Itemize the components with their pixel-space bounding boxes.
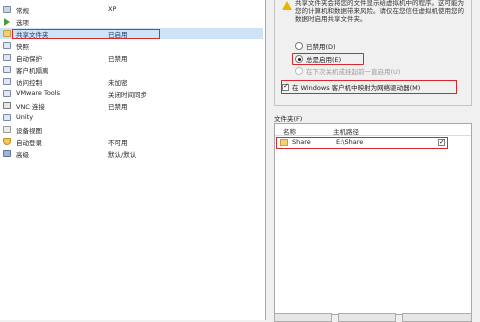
hardware-item-options[interactable]: 选项 <box>0 16 263 27</box>
shared-folders-settings: 共享文件夹会将您的文件显示给虚拟机中的程序。这可能为您的计算机和数据带来风险。请… <box>266 0 480 322</box>
hardware-item-unity[interactable]: Unity <box>0 112 263 123</box>
radio-label: 在下次关机或挂起前一直启用(U) <box>306 68 401 76</box>
radio-highlight-box <box>292 53 364 65</box>
hardware-item-label: Unity <box>16 113 34 121</box>
isolation-icon <box>3 66 11 73</box>
hardware-item-vmware-tools[interactable]: VMware Tools 关闭时间同步 <box>0 88 263 99</box>
folders-section-label: 文件夹(F) <box>274 115 303 123</box>
map-drive-highlight-box <box>281 80 457 94</box>
folder-sharing-group: 共享文件夹会将您的文件显示给虚拟机中的程序。这可能为您的计算机和数据带来风险。请… <box>274 0 472 106</box>
radio-button <box>295 67 303 75</box>
header-divider <box>275 135 471 136</box>
hardware-item-summary: 已禁用 <box>108 103 128 111</box>
monitor-icon <box>3 102 11 109</box>
hardware-item-label: VNC 连接 <box>16 103 45 111</box>
add-button[interactable] <box>274 313 332 322</box>
hardware-item-label: 常规 <box>16 7 29 15</box>
selection-highlight-box <box>12 29 160 39</box>
notebook-icon <box>3 150 11 157</box>
remove-button[interactable] <box>338 313 396 322</box>
hardware-item-guest-isolation[interactable]: 客户机隔离 <box>0 64 263 75</box>
hardware-item-summary: 已禁用 <box>108 55 128 63</box>
shared-folders-table: 名称 主机路径 Share E:\Share <box>274 123 472 315</box>
hardware-item-summary: XP <box>108 5 117 13</box>
folder-icon <box>3 30 11 37</box>
hardware-item-label: VMware Tools <box>16 89 60 97</box>
unity-icon <box>3 114 11 121</box>
hardware-item-label: 设备视图 <box>16 127 42 135</box>
hardware-item-summary: 默认/默认 <box>108 151 137 159</box>
hardware-item-label: 选项 <box>16 19 29 27</box>
hardware-item-autoprotect[interactable]: 自动保护 已禁用 <box>0 52 263 63</box>
hardware-item-snapshots[interactable]: 快照 <box>0 40 263 51</box>
hardware-item-label: 访问控制 <box>16 79 42 87</box>
radio-label: 已禁用(D) <box>306 43 336 51</box>
folder-row-highlight-box <box>276 137 448 149</box>
column-header-host-path[interactable]: 主机路径 <box>333 126 359 136</box>
lock-icon <box>3 78 11 85</box>
device-view-icon <box>3 126 11 133</box>
snapshot-icon <box>3 42 11 49</box>
hardware-item-summary: 未加密 <box>108 79 128 87</box>
radio-disabled[interactable]: 已禁用(D) <box>295 41 336 51</box>
column-header-name[interactable]: 名称 <box>283 126 296 136</box>
user-icon <box>3 138 11 145</box>
play-icon <box>4 18 10 26</box>
hardware-item-general[interactable]: 常规 XP <box>0 4 263 15</box>
radio-button[interactable] <box>295 42 303 50</box>
radio-until-poweroff: 在下次关机或挂起前一直启用(U) <box>295 66 400 76</box>
warning-icon <box>282 1 292 10</box>
hardware-item-label: 自动登录 <box>16 139 42 147</box>
hardware-item-vnc[interactable]: VNC 连接 已禁用 <box>0 100 263 111</box>
autoprotect-icon <box>3 54 11 61</box>
settings-icon <box>3 6 11 13</box>
properties-button[interactable] <box>402 313 472 322</box>
hardware-item-autologin[interactable]: 自动登录 不可用 <box>0 136 263 147</box>
sharing-warning-text: 共享文件夹会将您的文件显示给虚拟机中的程序。这可能为您的计算机和数据带来风险。请… <box>295 0 464 23</box>
hardware-item-advanced[interactable]: 高级 默认/默认 <box>0 148 263 159</box>
vmware-tools-icon <box>3 90 11 97</box>
hardware-item-label: 快照 <box>16 43 29 51</box>
hardware-item-summary: 关闭时间同步 <box>108 91 147 99</box>
hardware-item-device-view[interactable]: 设备视图 <box>0 124 263 135</box>
hardware-list: 常规 XP 选项 共享文件夹 已启用 快照 自动保护 已禁用 客户机隔离 访问控… <box>0 0 266 320</box>
hardware-item-label: 高级 <box>16 151 29 159</box>
hardware-item-label: 自动保护 <box>16 55 42 63</box>
hardware-item-label: 客户机隔离 <box>16 67 49 75</box>
hardware-item-summary: 不可用 <box>108 139 128 147</box>
hardware-item-access-control[interactable]: 访问控制 未加密 <box>0 76 263 87</box>
